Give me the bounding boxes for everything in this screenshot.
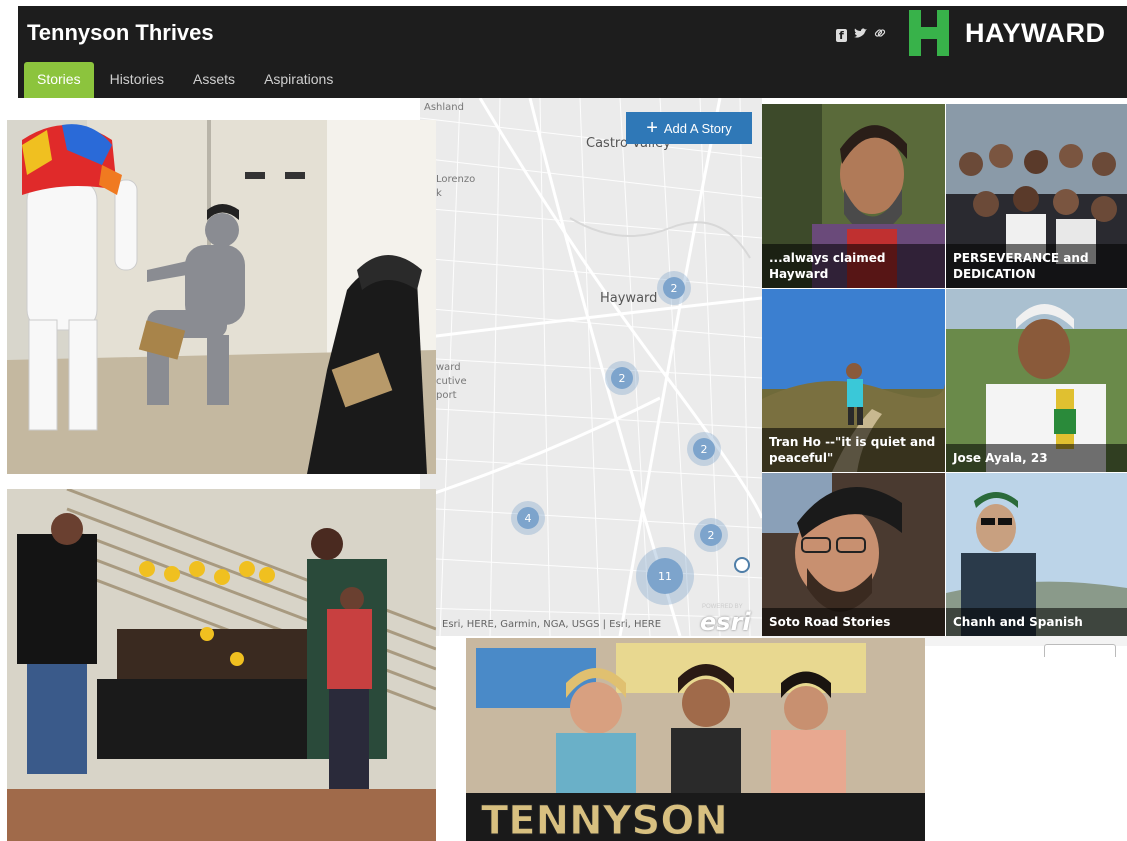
story-title: Tran Ho --"it is quiet and peaceful" <box>762 428 945 472</box>
story-map[interactable]: Ashland Castro Valley Hayward Lorenzo k … <box>420 98 762 636</box>
map-point-marker[interactable] <box>734 557 750 573</box>
story-tile[interactable]: PERSEVERANCE and DEDICATION <box>946 104 1127 288</box>
twitter-icon[interactable] <box>853 27 867 43</box>
story-tile[interactable]: Soto Road Stories <box>762 473 945 636</box>
add-story-label: Add A Story <box>663 120 732 136</box>
map-cluster[interactable]: 2 <box>694 518 728 552</box>
story-title: Jose Ayala, 23 <box>946 444 1127 472</box>
tab-bar: Stories Histories Assets Aspirations <box>24 62 349 98</box>
sculpture-scene <box>7 120 436 474</box>
hayward-logo-mark <box>909 10 949 56</box>
sunflower-display-photo <box>7 489 436 841</box>
story-title: Chanh and Spanish <box>946 608 1127 636</box>
banner-text: TENNYSON <box>481 798 728 841</box>
map-cluster[interactable]: 2 <box>657 271 691 305</box>
tab-assets[interactable]: Assets <box>180 62 248 98</box>
story-title: PERSEVERANCE and DEDICATION <box>946 244 1127 288</box>
map-label-cutive: cutive <box>436 376 467 387</box>
story-title: Soto Road Stories <box>762 608 945 636</box>
map-label-lorenzo-k: k <box>436 188 442 199</box>
tab-aspirations[interactable]: Aspirations <box>251 62 346 98</box>
add-story-button[interactable]: + Add A Story <box>626 112 752 144</box>
tab-stories[interactable]: Stories <box>24 62 94 98</box>
map-label-ward: ward <box>436 362 461 373</box>
map-cluster[interactable]: 4 <box>511 501 545 535</box>
sunflower-scene <box>7 489 436 841</box>
tab-histories[interactable]: Histories <box>97 62 177 98</box>
map-label-ashland: Ashland <box>424 102 464 113</box>
map-label-lorenzo: Lorenzo <box>436 174 476 185</box>
map-attribution: Esri, HERE, Garmin, NGA, USGS | Esri, HE… <box>442 619 662 630</box>
hayward-logo-text: HAYWARD <box>965 18 1106 48</box>
esri-logo: POWERED BY esri <box>700 604 751 636</box>
facebook-icon[interactable]: f <box>836 28 847 42</box>
toggle-button[interactable] <box>1044 644 1116 657</box>
story-tile[interactable]: Chanh and Spanish <box>946 473 1127 636</box>
map-label-port: port <box>436 390 457 401</box>
app-title: Tennyson Thrives <box>27 20 214 45</box>
story-tile[interactable]: Jose Ayala, 23 <box>946 289 1127 472</box>
sculpture-photo <box>7 120 436 474</box>
tennyson-banner-photo: TENNYSON <box>466 638 925 841</box>
banner-scene: TENNYSON <box>466 638 925 841</box>
map-cluster[interactable]: 2 <box>687 432 721 466</box>
map-cluster[interactable]: 2 <box>605 361 639 395</box>
map-label-hayward: Hayward <box>600 291 658 306</box>
map-cluster-large[interactable]: 11 <box>636 547 694 605</box>
story-title: ...always claimed Hayward <box>762 244 945 288</box>
story-tile[interactable]: Tran Ho --"it is quiet and peaceful" <box>762 289 945 472</box>
link-icon[interactable] <box>874 27 886 43</box>
app-header: Tennyson Thrives Stories Histories Asset… <box>18 6 1127 98</box>
social-links: f <box>836 27 886 43</box>
story-tile[interactable]: ...always claimed Hayward <box>762 104 945 288</box>
plus-icon: + <box>646 117 658 139</box>
